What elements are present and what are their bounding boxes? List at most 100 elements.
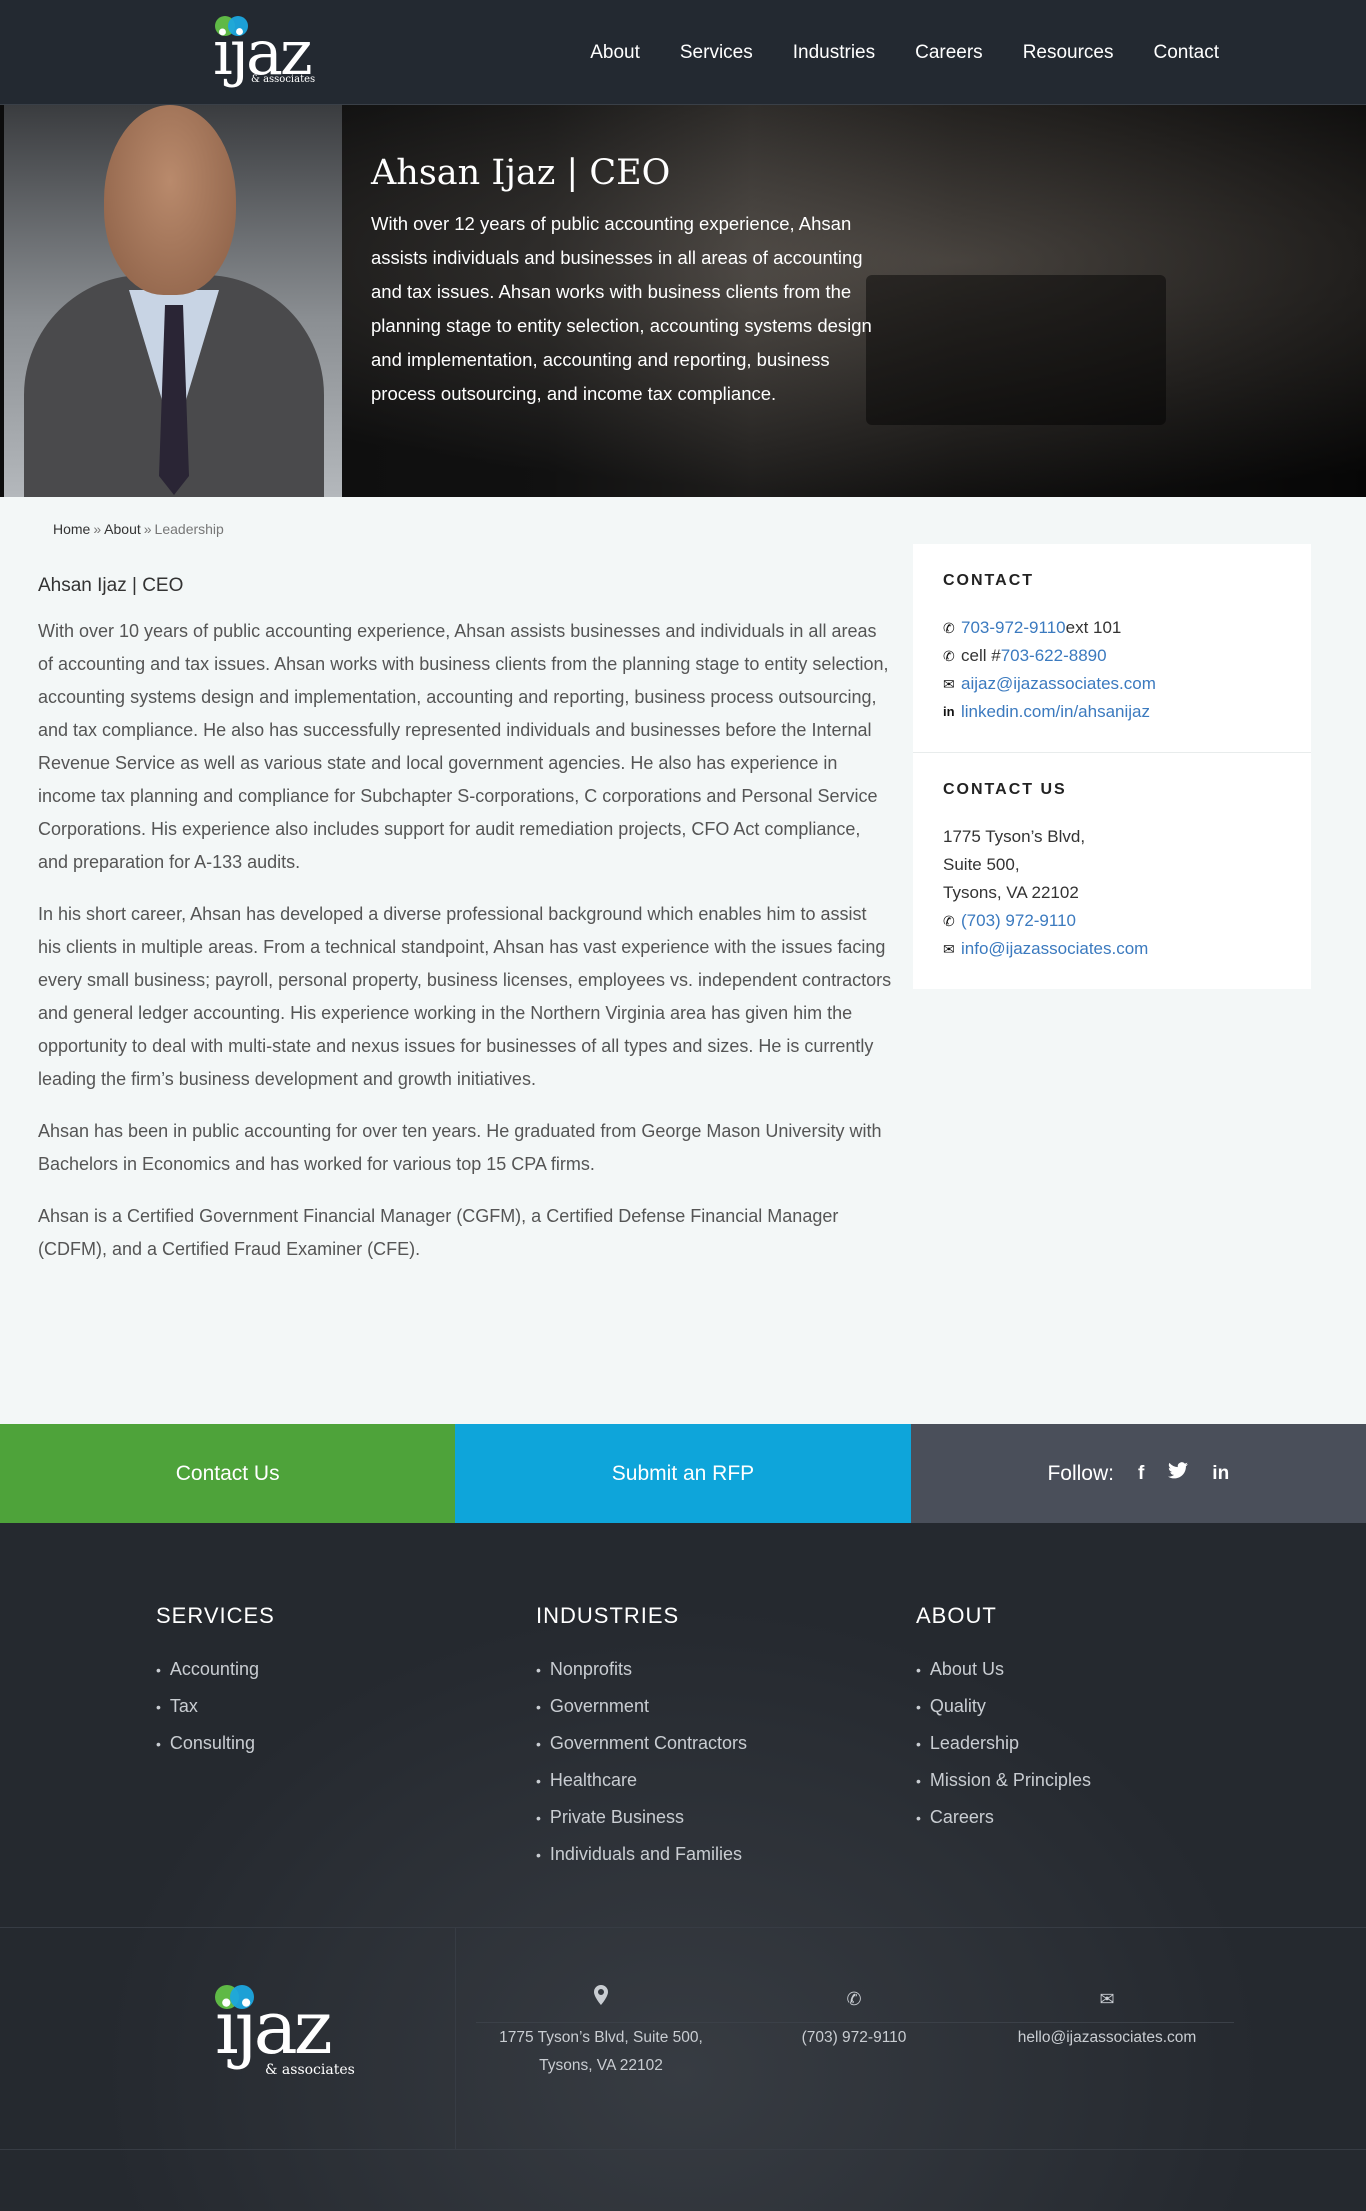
office-phone-link[interactable]: (703) 972-9110 <box>961 907 1076 935</box>
portrait-head <box>104 105 236 295</box>
phone-line: ✆ 703-972-9110 ext 101 <box>943 614 1281 642</box>
contact-us-button[interactable]: Contact Us <box>0 1424 456 1523</box>
footer-logo[interactable]: ijaz & associates <box>215 1985 355 2085</box>
footer-phone-text[interactable]: (703) 972-9110 <box>729 2024 979 2052</box>
follow-bar: Follow: f in <box>910 1424 1366 1523</box>
footer-address-line: Tysons, VA 22102 <box>539 2057 663 2074</box>
linkedin-icon[interactable]: in <box>1212 1463 1229 1485</box>
phone-ext: ext 101 <box>1065 618 1122 637</box>
phone-link[interactable]: 703-972-9110 <box>961 614 1066 642</box>
footer-services-title: SERVICES <box>156 1603 275 1628</box>
breadcrumb-home[interactable]: Home <box>53 521 90 537</box>
ceo-portrait <box>4 105 342 497</box>
footer-link[interactable]: Consulting <box>156 1725 275 1762</box>
cta-band: Contact Us Submit an RFP Follow: f in <box>0 1424 1366 1523</box>
breadcrumb-current: Leadership <box>154 521 224 537</box>
cell-line: ✆ cell # 703-622-8890 <box>943 642 1281 670</box>
nav-contact[interactable]: Contact <box>1154 42 1219 64</box>
footer-services: SERVICES Accounting Tax Consulting <box>156 1603 275 1762</box>
office-email-line: ✉ info@ijazassociates.com <box>943 935 1281 963</box>
contact-us-block: CONTACT US 1775 Tyson’s Blvd, Suite 500,… <box>913 753 1311 989</box>
contact-us-title: CONTACT US <box>943 781 1067 798</box>
footer-link[interactable]: Healthcare <box>536 1762 747 1799</box>
nav-services[interactable]: Services <box>680 42 753 64</box>
linkedin-link[interactable]: linkedin.com/in/ahsanijaz <box>961 698 1150 726</box>
linkedin-line: in linkedin.com/in/ahsanijaz <box>943 698 1281 726</box>
cell-link[interactable]: 703-622-8890 <box>1001 642 1107 670</box>
hero-title: Ahsan Ijaz | CEO <box>371 153 671 193</box>
nav-about[interactable]: About <box>590 42 640 64</box>
bio-paragraph: Ahsan is a Certified Government Financia… <box>38 1206 839 1259</box>
footer-link[interactable]: Private Business <box>536 1799 747 1836</box>
envelope-icon: ✉ <box>1099 1989 1115 2009</box>
logo-sub: & associates <box>265 2062 355 2078</box>
footer-email-text[interactable]: hello@ijazassociates.com <box>982 2024 1232 2052</box>
bio-paragraph: With over 10 years of public accounting … <box>38 621 889 872</box>
contact-block: CONTACT ✆ 703-972-9110 ext 101 ✆ cell # … <box>913 544 1311 753</box>
logo-sub: & associates <box>251 74 316 85</box>
cell-label: cell # <box>961 646 1001 665</box>
nav-careers[interactable]: Careers <box>915 42 983 64</box>
email-link[interactable]: aijaz@ijazassociates.com <box>961 670 1156 698</box>
nav-resources[interactable]: Resources <box>1023 42 1114 64</box>
hero-banner: Ahsan Ijaz | CEO With over 12 years of p… <box>0 105 1366 497</box>
phone-icon: ✆ <box>943 620 955 636</box>
footer-industries-title: INDUSTRIES <box>536 1603 680 1628</box>
footer-about-title: ABOUT <box>916 1603 997 1628</box>
footer-about: ABOUT About Us Quality Leadership Missio… <box>916 1603 1091 1836</box>
bio-content: Ahsan Ijaz | CEO With over 10 years of p… <box>38 575 894 1285</box>
address-line: Tysons, VA 22102 <box>943 883 1079 902</box>
office-phone-line: ✆ (703) 972-9110 <box>943 907 1281 935</box>
footer-address: 1775 Tyson’s Blvd, Suite 500, Tysons, VA… <box>476 1985 726 2080</box>
footer-link[interactable]: About Us <box>916 1651 1091 1688</box>
office-email-link[interactable]: info@ijazassociates.com <box>961 935 1148 963</box>
contact-title: CONTACT <box>943 572 1035 589</box>
footer-link[interactable]: Mission & Principles <box>916 1762 1091 1799</box>
footer-link[interactable]: Nonprofits <box>536 1651 747 1688</box>
footer-link[interactable]: Careers <box>916 1799 1091 1836</box>
main-nav: About Services Industries Careers Resour… <box>550 0 1219 105</box>
footer-link[interactable]: Government Contractors <box>536 1725 747 1762</box>
site-header: ijaz & associates About Services Industr… <box>0 0 1366 105</box>
site-logo[interactable]: ijaz & associates <box>213 14 323 88</box>
footer-phone: ✆ (703) 972-9110 <box>729 1985 979 2052</box>
twitter-icon[interactable] <box>1168 1462 1189 1485</box>
address-line: Suite 500, <box>943 855 1020 874</box>
logo-word: ijaz <box>215 1985 333 2071</box>
bio-paragraph: Ahsan has been in public accounting for … <box>38 1121 882 1174</box>
footer-link[interactable]: Government <box>536 1688 747 1725</box>
phone-icon: ✆ <box>943 913 955 929</box>
follow-label: Follow: <box>1047 1461 1114 1485</box>
breadcrumb: Home» About» Leadership <box>53 521 224 537</box>
breadcrumb-about[interactable]: About <box>104 521 141 537</box>
facebook-icon[interactable]: f <box>1138 1463 1144 1485</box>
footer-email: ✉ hello@ijazassociates.com <box>982 1985 1232 2052</box>
footer-industries: INDUSTRIES Nonprofits Government Governm… <box>536 1603 747 1873</box>
submit-rfp-button[interactable]: Submit an RFP <box>455 1424 911 1523</box>
envelope-icon: ✉ <box>943 941 955 957</box>
envelope-icon: ✉ <box>943 676 955 692</box>
nav-industries[interactable]: Industries <box>793 42 875 64</box>
footer-address-line: 1775 Tyson’s Blvd, Suite 500, <box>499 2029 703 2046</box>
phone-icon: ✆ <box>846 1989 862 2009</box>
footer-divider <box>0 1927 1366 1928</box>
bio-paragraph: In his short career, Ahsan has developed… <box>38 904 892 1089</box>
footer-link[interactable]: Quality <box>916 1688 1091 1725</box>
footer-bottom-divider <box>0 2149 1366 2150</box>
footer-link[interactable]: Accounting <box>156 1651 275 1688</box>
email-line: ✉ aijaz@ijazassociates.com <box>943 670 1281 698</box>
footer-link[interactable]: Individuals and Families <box>536 1836 747 1873</box>
site-footer: SERVICES Accounting Tax Consulting INDUS… <box>0 1523 1366 2211</box>
footer-vertical-divider <box>455 1928 456 2149</box>
footer-link[interactable]: Leadership <box>916 1725 1091 1762</box>
address-line: 1775 Tyson’s Blvd, <box>943 827 1086 846</box>
contact-sidebar: CONTACT ✆ 703-972-9110 ext 101 ✆ cell # … <box>913 544 1311 989</box>
footer-link[interactable]: Tax <box>156 1688 275 1725</box>
hero-text: Ahsan Ijaz | CEO With over 12 years of p… <box>371 153 891 411</box>
linkedin-icon: in <box>943 704 955 719</box>
breadcrumb-sep: » <box>93 521 102 537</box>
breadcrumb-sep: » <box>143 521 152 537</box>
hero-background-desk <box>866 275 1166 425</box>
phone-icon: ✆ <box>943 648 955 664</box>
hero-body: With over 12 years of public accounting … <box>371 213 872 404</box>
